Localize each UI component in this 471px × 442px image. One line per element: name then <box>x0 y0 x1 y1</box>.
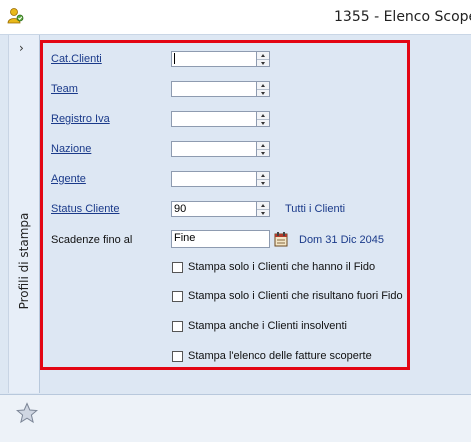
spin-down-button[interactable] <box>257 119 269 126</box>
nazione-input[interactable] <box>171 141 257 157</box>
print-profiles-panel[interactable]: › Profili di stampa <box>8 35 40 393</box>
window-title: 1355 - Elenco Scoper <box>334 9 471 25</box>
cat-clienti-link[interactable]: Cat.Clienti <box>51 53 102 65</box>
text-caret <box>174 53 175 64</box>
nazione-link[interactable]: Nazione <box>51 143 91 155</box>
arrow-up-icon <box>261 54 265 57</box>
spin-down-button[interactable] <box>257 59 269 66</box>
cat-clienti-input[interactable] <box>171 51 257 67</box>
registro-iva-link[interactable]: Registro Iva <box>51 113 110 125</box>
arrow-up-icon <box>261 174 265 177</box>
team-link[interactable]: Team <box>51 83 78 95</box>
star-icon[interactable] <box>16 402 38 424</box>
cat-clienti-spinner[interactable] <box>257 51 270 67</box>
checkbox-insolventi-label[interactable]: Stampa anche i Clienti insolventi <box>188 320 347 332</box>
registro-iva-input[interactable] <box>171 111 257 127</box>
arrow-down-icon <box>261 122 265 125</box>
checkbox-fuori-fido[interactable] <box>172 291 183 302</box>
checkbox-fatture-scoperte[interactable] <box>172 351 183 362</box>
registro-iva-spinner[interactable] <box>257 111 270 127</box>
nazione-spinner[interactable] <box>257 141 270 157</box>
arrow-down-icon <box>261 92 265 95</box>
scadenze-input[interactable]: Fine <box>171 230 270 248</box>
checkbox-fatture-scoperte-label[interactable]: Stampa l'elenco delle fatture scoperte <box>188 350 372 362</box>
status-cliente-input[interactable]: 90 <box>171 201 257 217</box>
spin-down-button[interactable] <box>257 149 269 156</box>
status-cliente-spinner[interactable] <box>257 201 270 217</box>
team-input[interactable] <box>171 81 257 97</box>
arrow-up-icon <box>261 144 265 147</box>
print-profiles-label: Profili di stampa <box>17 212 31 310</box>
arrow-up-icon <box>261 114 265 117</box>
spin-down-button[interactable] <box>257 89 269 96</box>
status-cliente-description: Tutti i Clienti <box>285 203 346 215</box>
bottom-toolbar <box>0 394 471 442</box>
arrow-up-icon <box>261 204 265 207</box>
arrow-down-icon <box>261 212 265 215</box>
app-users-icon[interactable] <box>7 7 25 25</box>
checkbox-insolventi[interactable] <box>172 321 183 332</box>
arrow-down-icon <box>261 152 265 155</box>
arrow-down-icon <box>261 62 265 65</box>
chevron-right-icon[interactable]: › <box>19 41 24 55</box>
team-spinner[interactable] <box>257 81 270 97</box>
checkbox-fido[interactable] <box>172 262 183 273</box>
agente-input[interactable] <box>171 171 257 187</box>
scadenze-date: Dom 31 Dic 2045 <box>299 234 384 246</box>
spin-down-button[interactable] <box>257 209 269 216</box>
status-cliente-link[interactable]: Status Cliente <box>51 203 119 215</box>
arrow-up-icon <box>261 84 265 87</box>
checkbox-fido-label[interactable]: Stampa solo i Clienti che hanno il Fido <box>188 261 375 273</box>
scadenze-label: Scadenze fino al <box>51 234 133 246</box>
agente-link[interactable]: Agente <box>51 173 86 185</box>
checkbox-fuori-fido-label[interactable]: Stampa solo i Clienti che risultano fuor… <box>188 290 403 302</box>
agente-spinner[interactable] <box>257 171 270 187</box>
title-bar: 1355 - Elenco Scoper <box>0 0 471 35</box>
arrow-down-icon <box>261 182 265 185</box>
calendar-icon[interactable] <box>274 231 288 247</box>
spin-down-button[interactable] <box>257 179 269 186</box>
